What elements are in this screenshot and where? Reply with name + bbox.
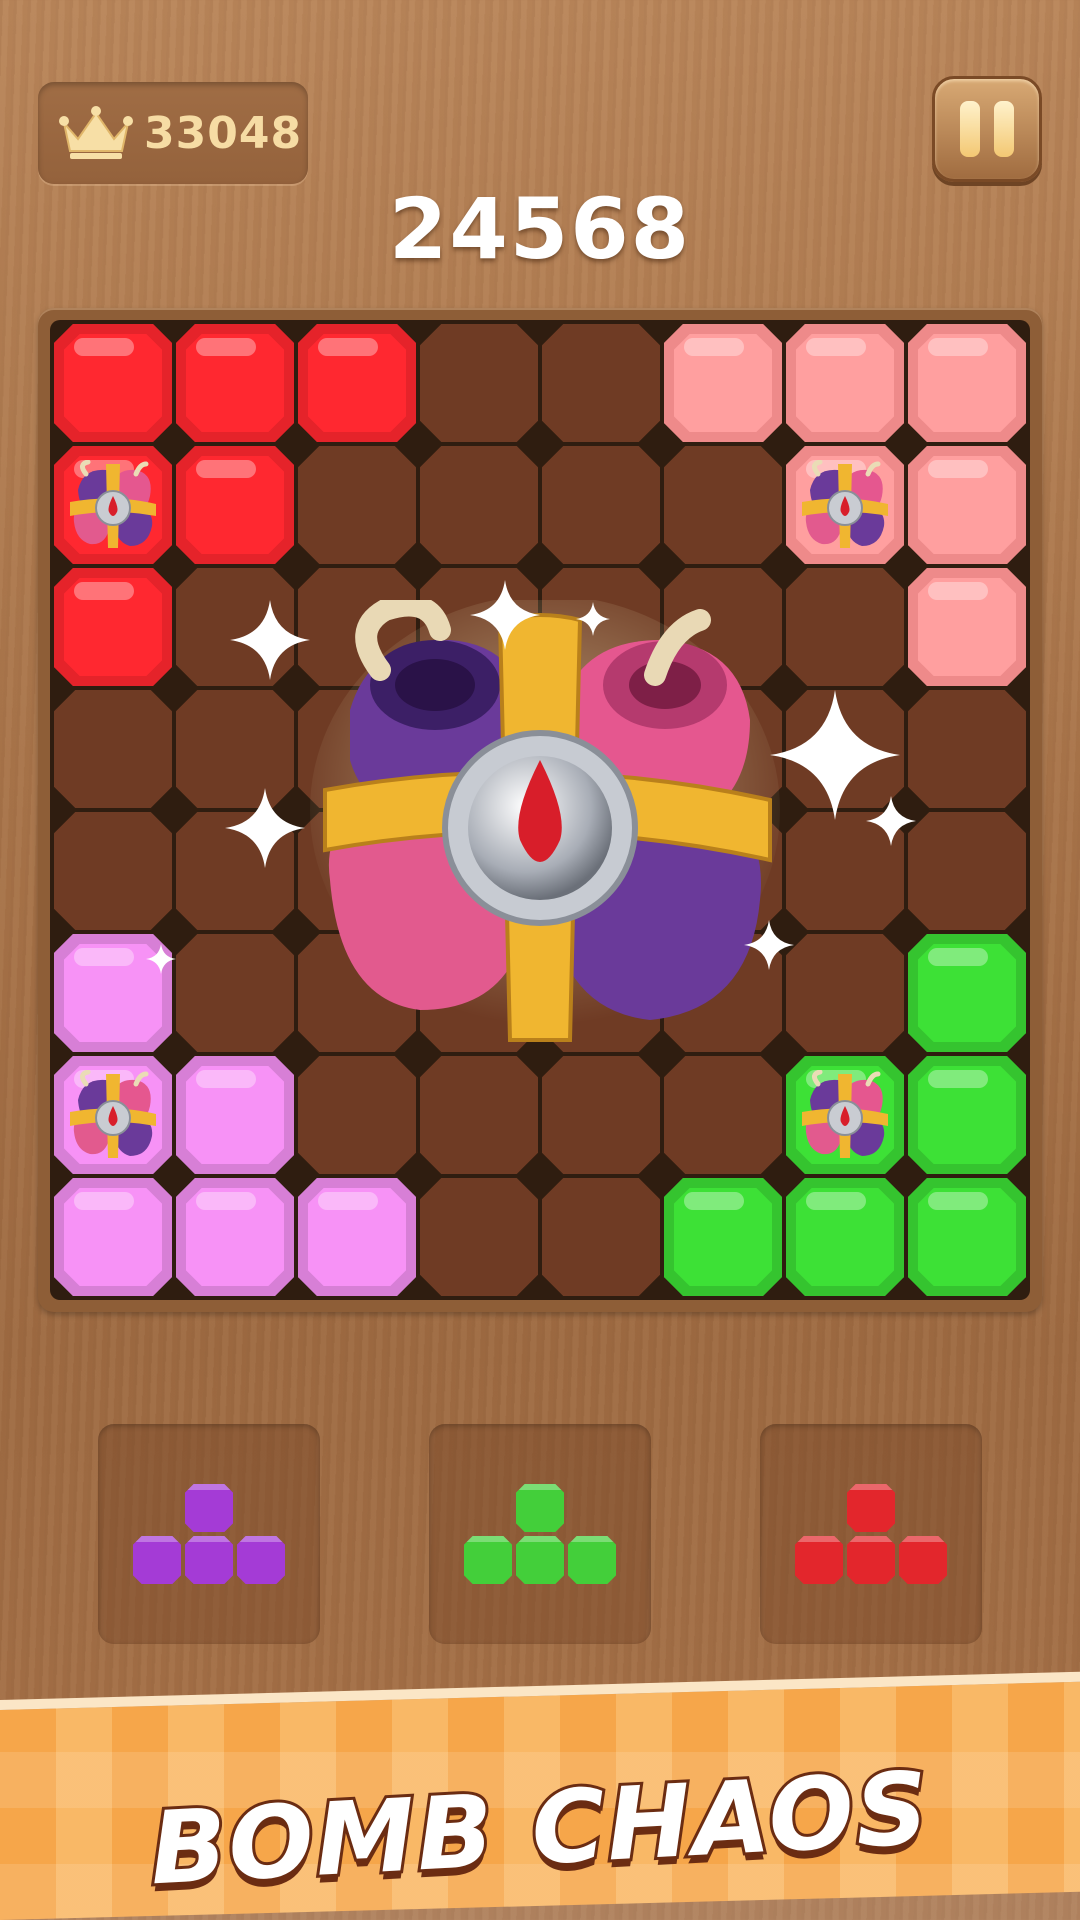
board-cell[interactable]	[908, 812, 1026, 930]
board-cell[interactable]	[176, 934, 294, 1052]
board-cell[interactable]	[298, 446, 416, 564]
board-cell[interactable]	[54, 690, 172, 808]
gem-block	[664, 1178, 782, 1296]
bomb-icon	[310, 600, 780, 1042]
sparkle-icon	[230, 600, 310, 680]
gem-block	[176, 1056, 294, 1174]
piece-block	[133, 1536, 181, 1584]
gem-block	[298, 1178, 416, 1296]
board-cell[interactable]	[664, 1056, 782, 1174]
bomb-icon	[800, 1069, 890, 1160]
sparkle-icon	[470, 580, 540, 650]
pause-button[interactable]	[932, 76, 1042, 182]
board-cell[interactable]	[420, 324, 538, 442]
gem-block	[786, 1178, 904, 1296]
piece-block	[847, 1484, 895, 1532]
gem-block	[908, 324, 1026, 442]
board-cell[interactable]	[298, 1056, 416, 1174]
piece-block	[185, 1484, 233, 1532]
board-cell[interactable]	[420, 1056, 538, 1174]
gem-block	[54, 446, 172, 564]
crown-icon	[59, 106, 133, 159]
piece-block	[847, 1536, 895, 1584]
piece-block	[516, 1484, 564, 1532]
gem-block	[786, 446, 904, 564]
gem-block	[908, 934, 1026, 1052]
gem-block	[908, 568, 1026, 686]
pause-icon-bar	[994, 101, 1014, 157]
bomb-icon	[68, 1069, 158, 1160]
board-cell[interactable]	[908, 690, 1026, 808]
piece-tray-3[interactable]	[760, 1424, 982, 1644]
gem-block	[786, 1056, 904, 1174]
board-cell[interactable]	[420, 1178, 538, 1296]
gem-block	[54, 1178, 172, 1296]
piece-block	[237, 1536, 285, 1584]
piece-block	[185, 1536, 233, 1584]
gem-block	[298, 324, 416, 442]
sparkle-icon	[866, 796, 916, 846]
gem-block	[54, 324, 172, 442]
board-cell[interactable]	[542, 1056, 660, 1174]
best-score-value: 33048	[144, 107, 303, 159]
board-cell[interactable]	[420, 446, 538, 564]
gem-block	[176, 324, 294, 442]
board-cell[interactable]	[54, 812, 172, 930]
board-cell[interactable]	[664, 446, 782, 564]
piece-block	[516, 1536, 564, 1584]
bomb-icon	[800, 459, 890, 550]
piece-tray-1[interactable]	[98, 1424, 320, 1644]
gem-block	[54, 1056, 172, 1174]
gem-block	[908, 1178, 1026, 1296]
gem-block	[664, 324, 782, 442]
gem-block	[54, 568, 172, 686]
gem-block	[908, 446, 1026, 564]
piece-block	[568, 1536, 616, 1584]
sparkle-icon	[225, 788, 305, 868]
piece-tray-2[interactable]	[429, 1424, 651, 1644]
board-cell[interactable]	[542, 1178, 660, 1296]
piece-block	[899, 1536, 947, 1584]
best-score-panel: 33048	[38, 82, 308, 184]
piece-block	[795, 1536, 843, 1584]
board-cell[interactable]	[786, 934, 904, 1052]
gem-block	[176, 446, 294, 564]
gem-block	[786, 324, 904, 442]
gem-block	[176, 1178, 294, 1296]
pause-icon	[960, 101, 980, 157]
piece-block	[464, 1536, 512, 1584]
current-score: 24568	[388, 180, 692, 278]
sparkle-icon	[576, 602, 610, 636]
gem-block	[908, 1056, 1026, 1174]
sparkle-icon	[146, 944, 176, 974]
sparkle-icon	[744, 920, 794, 970]
board-cell[interactable]	[786, 568, 904, 686]
board-cell[interactable]	[542, 324, 660, 442]
bomb-icon	[68, 459, 158, 550]
board-cell[interactable]	[542, 446, 660, 564]
